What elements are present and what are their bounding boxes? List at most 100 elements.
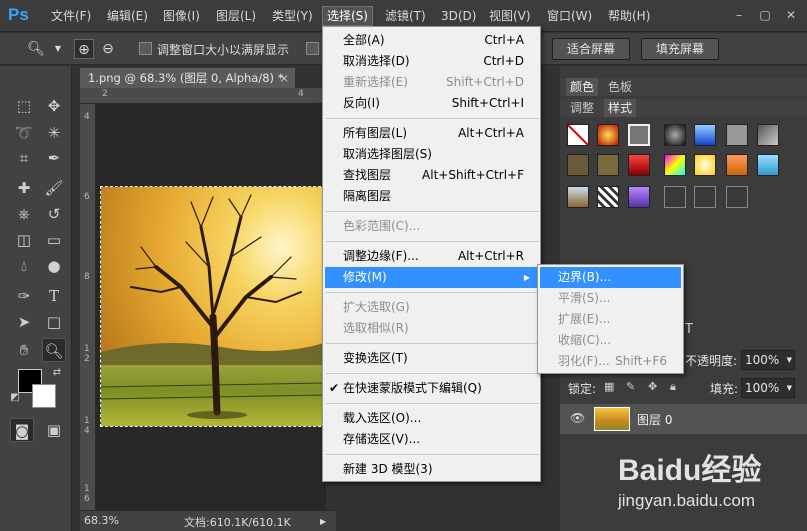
submenu-item-expand[interactable]: 扩展(E)... bbox=[540, 309, 681, 330]
gradient-tool-icon[interactable]: ▭ bbox=[42, 228, 66, 252]
menu-item-similar[interactable]: 选取相似(R) bbox=[325, 318, 538, 339]
tab-color[interactable]: 颜色 bbox=[566, 78, 599, 96]
style-swatch[interactable] bbox=[694, 154, 716, 176]
dodge-tool-icon[interactable]: ● bbox=[42, 254, 66, 278]
brush-tool-icon[interactable]: 🖌︎ bbox=[42, 176, 66, 200]
submenu-item-feather[interactable]: 羽化(F)... Shift+F6 bbox=[540, 351, 681, 372]
quick-mask-icon[interactable]: ◙ bbox=[10, 418, 34, 442]
submenu-item-border[interactable]: 边界(B)... bbox=[540, 267, 681, 288]
marquee-tool-icon[interactable]: ⬚ bbox=[12, 94, 36, 118]
menu-filter[interactable]: 滤镜(T) bbox=[381, 6, 430, 26]
tab-adjustments[interactable]: 调整 bbox=[566, 99, 598, 117]
crop-tool-icon[interactable]: ⌗ bbox=[12, 146, 36, 170]
fill-screen-button[interactable]: 填充屏幕 bbox=[641, 38, 719, 60]
style-swatch[interactable] bbox=[664, 154, 686, 176]
zoom-tool-icon[interactable]: 🔍︎ bbox=[26, 39, 46, 59]
style-swatch[interactable] bbox=[567, 186, 589, 208]
menu-item-transform-selection[interactable]: 变换选区(T) bbox=[325, 348, 538, 369]
move-tool-icon[interactable]: ✥ bbox=[42, 94, 66, 118]
background-color-swatch[interactable] bbox=[32, 384, 56, 408]
visibility-eye-icon[interactable]: 👁︎ bbox=[570, 411, 585, 425]
close-tab-icon[interactable]: × bbox=[279, 68, 289, 88]
menu-item-modify[interactable]: 修改(M) ▶ bbox=[325, 267, 538, 288]
style-swatch[interactable] bbox=[694, 124, 716, 146]
menu-image[interactable]: 图像(I) bbox=[159, 6, 204, 26]
opacity-field[interactable]: 100% ▼ bbox=[741, 350, 795, 370]
menu-item-color-range[interactable]: 色彩范围(C)... bbox=[325, 216, 538, 237]
menu-type[interactable]: 类型(Y) bbox=[268, 6, 317, 26]
menu-window[interactable]: 窗口(W) bbox=[543, 6, 596, 26]
maximize-icon[interactable]: ▢ bbox=[758, 8, 772, 22]
submenu-item-smooth[interactable]: 平滑(S)... bbox=[540, 288, 681, 309]
clone-stamp-icon[interactable]: ⎈ bbox=[12, 202, 36, 226]
menu-item-select-all[interactable]: 全部(A) Ctrl+A bbox=[325, 30, 538, 51]
chevron-down-icon[interactable]: ▼ bbox=[48, 39, 68, 59]
lock-transparent-icon[interactable]: ▦ bbox=[604, 380, 614, 393]
style-swatch-none[interactable] bbox=[567, 124, 589, 146]
menu-select[interactable]: 选择(S) bbox=[322, 6, 373, 26]
lock-move-icon[interactable]: ✥ bbox=[648, 380, 657, 393]
style-swatch[interactable] bbox=[567, 154, 589, 176]
menu-layer[interactable]: 图层(L) bbox=[212, 6, 260, 26]
default-colors-icon[interactable]: ◩ bbox=[8, 391, 22, 405]
zoom-all-windows-checkbox[interactable] bbox=[306, 42, 319, 55]
chevron-down-icon[interactable]: ▼ bbox=[787, 379, 792, 397]
menu-item-grow[interactable]: 扩大选取(G) bbox=[325, 297, 538, 318]
menu-file[interactable]: 文件(F) bbox=[47, 6, 95, 26]
menu-item-inverse[interactable]: 反向(I) Shift+Ctrl+I bbox=[325, 93, 538, 114]
layer-type-icon[interactable]: T bbox=[685, 322, 693, 337]
lock-all-icon[interactable]: 🔒︎ bbox=[670, 380, 676, 394]
style-swatch[interactable] bbox=[757, 154, 779, 176]
canvas-image[interactable] bbox=[100, 186, 326, 427]
fit-screen-button[interactable]: 适合屏幕 bbox=[552, 38, 630, 60]
eyedropper-icon[interactable]: ✒ bbox=[42, 146, 66, 170]
style-swatch[interactable] bbox=[664, 124, 686, 146]
menu-item-refine-edge[interactable]: 调整边缘(F)... Alt+Ctrl+R bbox=[325, 246, 538, 267]
menu-item-save-selection[interactable]: 存储选区(V)... bbox=[325, 429, 538, 450]
menu-3d[interactable]: 3D(D) bbox=[437, 6, 480, 26]
resize-window-checkbox[interactable] bbox=[139, 42, 152, 55]
style-swatch[interactable] bbox=[628, 186, 650, 208]
style-swatch[interactable] bbox=[726, 154, 748, 176]
style-swatch[interactable] bbox=[726, 186, 748, 208]
status-arrow-icon[interactable]: ▶ bbox=[320, 517, 326, 526]
eraser-tool-icon[interactable]: ◫ bbox=[12, 228, 36, 252]
menu-item-find-layers[interactable]: 查找图层 Alt+Shift+Ctrl+F bbox=[325, 165, 538, 186]
submenu-item-contract[interactable]: 收缩(C)... bbox=[540, 330, 681, 351]
layer-row[interactable]: 👁︎ 图层 0 bbox=[560, 404, 807, 434]
style-swatch[interactable] bbox=[757, 124, 779, 146]
menu-item-new-3d-model[interactable]: 新建 3D 模型(3) bbox=[325, 459, 538, 480]
screen-mode-icon[interactable]: ▣ bbox=[42, 418, 66, 442]
minimize-icon[interactable]: – bbox=[732, 8, 746, 22]
menu-help[interactable]: 帮助(H) bbox=[604, 6, 654, 26]
lock-paint-icon[interactable]: ✎ bbox=[626, 380, 635, 393]
menu-item-all-layers[interactable]: 所有图层(L) Alt+Ctrl+A bbox=[325, 123, 538, 144]
menu-item-load-selection[interactable]: 载入选区(O)... bbox=[325, 408, 538, 429]
tab-styles[interactable]: 样式 bbox=[604, 99, 637, 117]
menu-edit[interactable]: 编辑(E) bbox=[103, 6, 152, 26]
style-swatch[interactable] bbox=[628, 124, 650, 146]
healing-brush-icon[interactable]: ✚ bbox=[12, 176, 36, 200]
zoom-out-icon[interactable]: ⊖ bbox=[98, 39, 118, 59]
chevron-down-icon[interactable]: ▼ bbox=[787, 351, 792, 369]
style-swatch[interactable] bbox=[597, 186, 619, 208]
type-tool-icon[interactable]: T bbox=[42, 284, 66, 308]
swap-colors-icon[interactable]: ⇄ bbox=[50, 366, 64, 380]
style-swatch[interactable] bbox=[726, 124, 748, 146]
style-swatch[interactable] bbox=[664, 186, 686, 208]
pen-tool-icon[interactable]: ✑ bbox=[12, 284, 36, 308]
style-swatch[interactable] bbox=[628, 154, 650, 176]
fill-field[interactable]: 100% ▼ bbox=[741, 378, 795, 398]
zoom-in-icon[interactable]: ⊕ bbox=[74, 39, 94, 59]
rectangle-tool-icon[interactable]: □ bbox=[42, 310, 66, 334]
lasso-tool-icon[interactable]: ➰ bbox=[12, 121, 36, 145]
menu-item-isolate-layers[interactable]: 隔离图层 bbox=[325, 186, 538, 207]
close-icon[interactable]: ✕ bbox=[784, 8, 798, 22]
zoom-tool-selected-icon[interactable]: 🔍︎ bbox=[42, 338, 66, 362]
menu-item-deselect[interactable]: 取消选择(D) Ctrl+D bbox=[325, 51, 538, 72]
menu-view[interactable]: 视图(V) bbox=[485, 6, 535, 26]
path-selection-icon[interactable]: ➤ bbox=[12, 310, 36, 334]
menu-item-reselect[interactable]: 重新选择(E) Shift+Ctrl+D bbox=[325, 72, 538, 93]
style-swatch[interactable] bbox=[597, 124, 619, 146]
history-brush-icon[interactable]: ↺ bbox=[42, 202, 66, 226]
